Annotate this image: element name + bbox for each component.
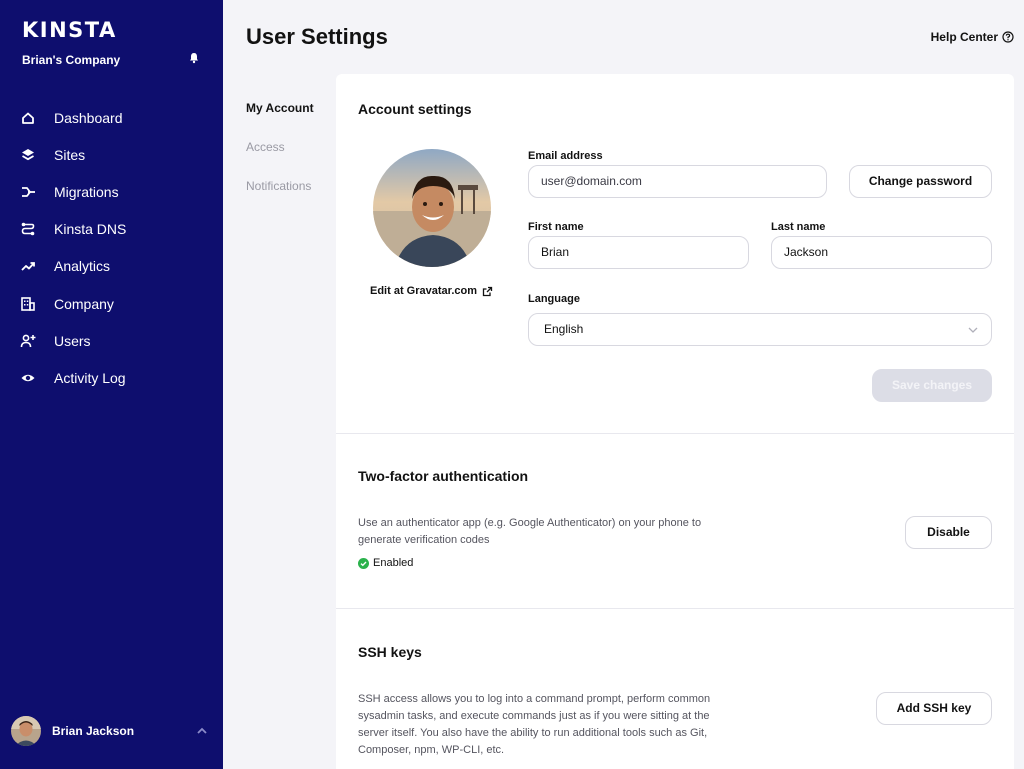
- help-center-label: Help Center: [930, 30, 998, 44]
- language-select[interactable]: English: [528, 313, 992, 346]
- sidebar-item-analytics[interactable]: Analytics: [0, 248, 223, 285]
- sidebar: KINSTA Brian's Company Dashboard Sites M…: [0, 0, 223, 769]
- tab-access[interactable]: Access: [246, 140, 314, 179]
- first-name-label: First name: [528, 221, 584, 233]
- two-factor-description-line: generate verification codes: [358, 534, 490, 546]
- sidebar-item-label: Company: [54, 295, 114, 312]
- two-factor-description: Use an authenticator app (e.g. Google Au…: [358, 515, 701, 549]
- last-name-label: Last name: [771, 221, 826, 233]
- profile-photo: [373, 149, 491, 267]
- sidebar-item-label: Dashboard: [54, 109, 123, 126]
- two-factor-title: Two-factor authentication: [358, 468, 529, 484]
- language-value: English: [544, 322, 584, 336]
- check-circle-icon: [358, 557, 369, 569]
- disable-2fa-button[interactable]: Disable: [905, 516, 992, 549]
- ssh-description-line: server itself. You also have the ability…: [358, 727, 708, 739]
- user-name: Brian Jackson: [52, 724, 135, 738]
- two-factor-description-line: Use an authenticator app (e.g. Google Au…: [358, 517, 702, 529]
- sidebar-item-activity-log[interactable]: Activity Log: [0, 359, 223, 396]
- sidebar-item-label: Activity Log: [54, 369, 126, 386]
- sidebar-item-label: Sites: [54, 146, 86, 163]
- external-link-icon: [482, 286, 493, 296]
- section-divider: [336, 433, 1014, 434]
- trending-up-icon: [21, 262, 35, 271]
- layers-icon: [22, 148, 34, 160]
- sidebar-item-company[interactable]: Company: [0, 285, 223, 322]
- ssh-keys-title: SSH keys: [358, 644, 422, 660]
- sidebar-item-label: Kinsta DNS: [54, 221, 127, 238]
- section-divider: [336, 608, 1014, 609]
- kinsta-logo[interactable]: KINSTA: [22, 18, 117, 42]
- settings-subnav: My Account Access Notifications: [246, 101, 314, 218]
- help-icon: [1002, 31, 1014, 43]
- first-name-field[interactable]: Brian: [528, 236, 749, 269]
- settings-card: Account settings Edit at Gravatar.com Em…: [336, 74, 1014, 769]
- sidebar-item-label: Analytics: [54, 258, 111, 275]
- tab-notifications[interactable]: Notifications: [246, 179, 314, 218]
- dns-icon: [21, 222, 35, 236]
- company-name[interactable]: Brian's Company: [22, 53, 120, 67]
- sidebar-item-dashboard[interactable]: Dashboard: [0, 99, 223, 136]
- save-changes-button[interactable]: Save changes: [872, 369, 992, 402]
- eye-icon: [21, 374, 35, 382]
- ssh-description-line: Composer, npm, WP-CLI, etc.: [358, 744, 505, 756]
- sidebar-item-label: Migrations: [54, 183, 119, 200]
- sidebar-item-sites[interactable]: Sites: [0, 136, 223, 173]
- last-name-field[interactable]: Jackson: [771, 236, 992, 269]
- add-ssh-key-button[interactable]: Add SSH key: [876, 692, 992, 725]
- chevron-up-icon[interactable]: [195, 724, 209, 738]
- ssh-description: SSH access allows you to log into a comm…: [358, 691, 710, 759]
- sidebar-item-users[interactable]: Users: [0, 322, 223, 359]
- email-label: Email address: [528, 150, 603, 162]
- migrations-icon: [22, 187, 35, 197]
- sidebar-item-kinsta-dns[interactable]: Kinsta DNS: [0, 211, 223, 248]
- ssh-description-line: sysadmin tasks, and execute commands jus…: [358, 710, 710, 722]
- two-factor-status-label: Enabled: [373, 557, 414, 569]
- gravatar-label: Edit at Gravatar.com: [370, 285, 477, 297]
- tab-my-account[interactable]: My Account: [246, 101, 314, 140]
- two-factor-status: Enabled: [358, 557, 413, 569]
- user-menu[interactable]: Brian Jackson: [0, 710, 223, 752]
- account-settings-title: Account settings: [358, 101, 472, 117]
- sidebar-item-label: Users: [54, 332, 91, 349]
- ssh-description-line: SSH access allows you to log into a comm…: [358, 693, 711, 705]
- chevron-down-icon: [968, 327, 978, 333]
- add-user-icon: [20, 334, 36, 347]
- home-icon: [22, 112, 34, 124]
- sidebar-nav: Dashboard Sites Migrations Kinsta DNS An…: [0, 99, 223, 397]
- page-title: User Settings: [246, 24, 388, 49]
- email-field[interactable]: user@domain.com: [528, 165, 827, 198]
- language-label: Language: [528, 293, 580, 305]
- help-center-link[interactable]: Help Center: [931, 30, 1014, 44]
- building-icon: [21, 296, 35, 311]
- bell-icon[interactable]: [188, 52, 200, 64]
- change-password-button[interactable]: Change password: [849, 165, 992, 198]
- sidebar-item-migrations[interactable]: Migrations: [0, 173, 223, 210]
- gravatar-link[interactable]: Edit at Gravatar.com: [370, 285, 493, 297]
- avatar: [11, 716, 41, 746]
